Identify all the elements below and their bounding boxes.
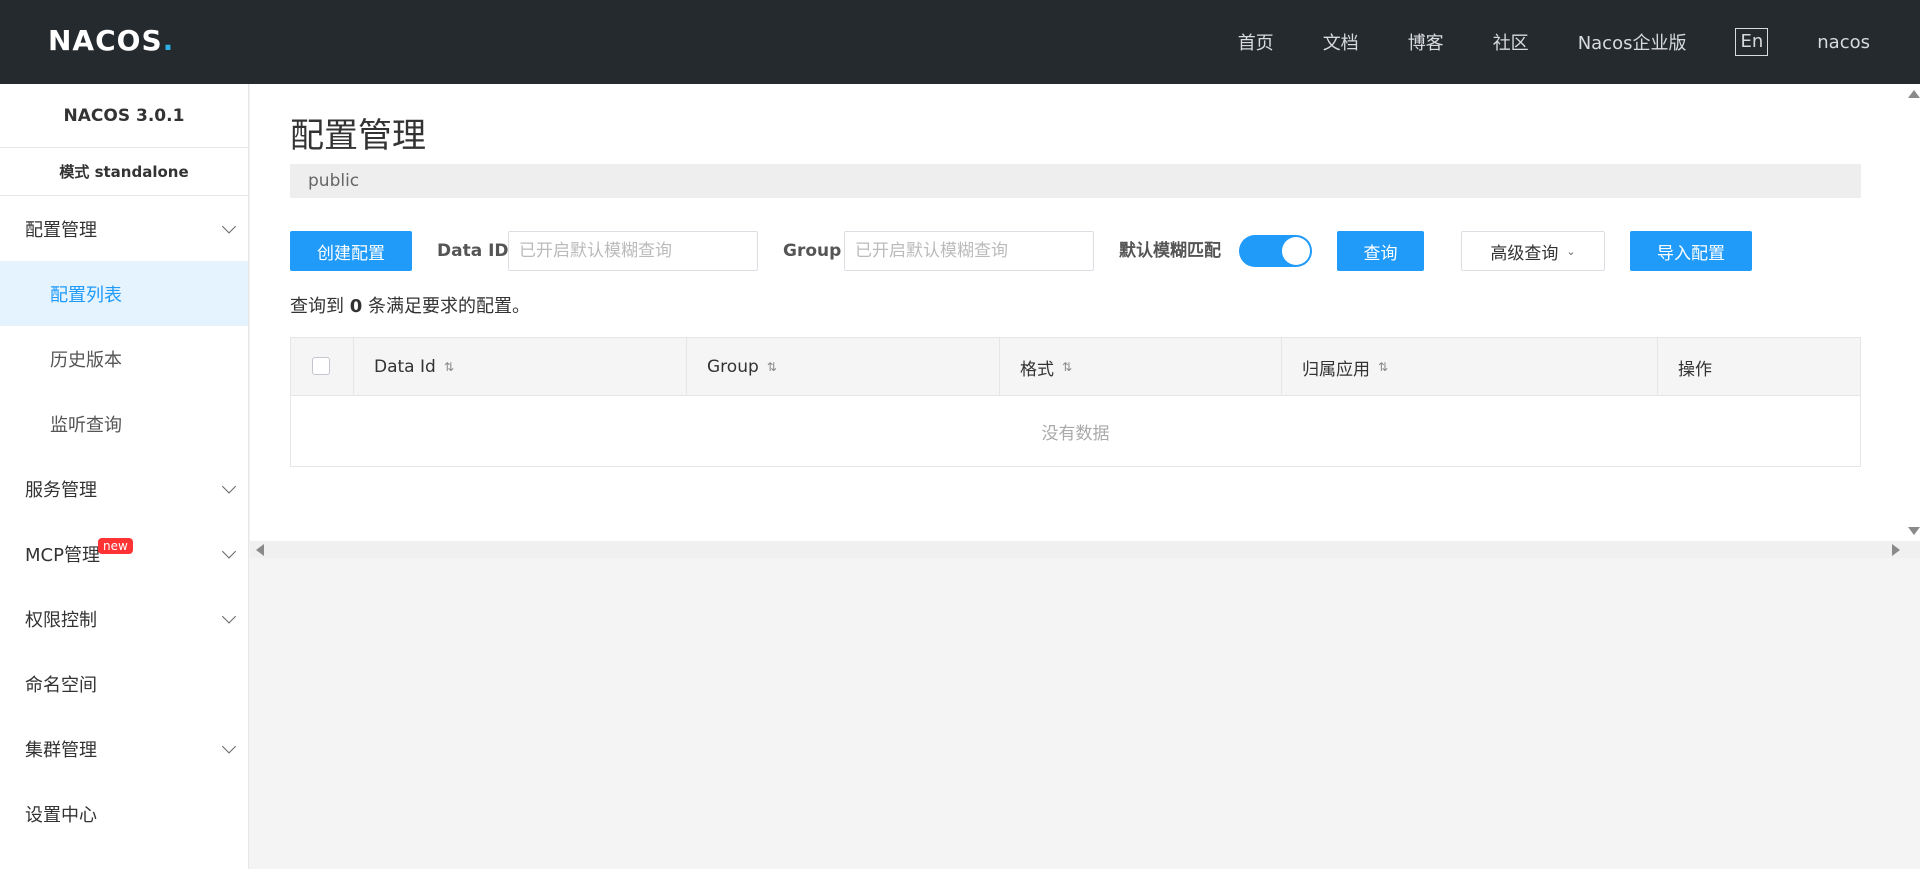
version-label: NACOS 3.0.1	[0, 84, 248, 148]
fuzzy-match-label: 默认模糊匹配	[1119, 241, 1221, 261]
import-config-button[interactable]: 导入配置	[1630, 231, 1752, 271]
fuzzy-match-toggle[interactable]	[1239, 235, 1312, 267]
sidebar-item-label: 服务管理	[25, 479, 97, 501]
column-header-group[interactable]: Group ⇅	[686, 338, 999, 396]
column-label: 操作	[1678, 359, 1712, 380]
sidebar-item-label: MCP管理	[25, 544, 100, 566]
column-label: Group	[707, 357, 759, 377]
user-menu[interactable]: nacos	[1817, 32, 1870, 53]
column-label: 格式	[1020, 359, 1054, 380]
result-suffix: 条满足要求的配置。	[368, 296, 530, 317]
chevron-down-icon	[221, 738, 237, 754]
sidebar-item-history-versions[interactable]: 历史版本	[0, 326, 248, 391]
new-badge: new	[98, 538, 133, 554]
select-all-checkbox[interactable]	[312, 357, 330, 375]
sidebar-item-label: 监听查询	[50, 414, 122, 436]
sort-icon[interactable]: ⇅	[767, 360, 777, 374]
result-count: 0	[349, 296, 363, 317]
column-label: Data Id	[374, 357, 436, 377]
sidebar-item-listener-query[interactable]: 监听查询	[0, 391, 248, 456]
sidebar-item-label: 集群管理	[25, 739, 97, 761]
group-label: Group	[783, 241, 842, 261]
namespace-label: public	[308, 171, 360, 191]
sidebar-item-label: 权限控制	[25, 609, 97, 631]
create-config-button[interactable]: 创建配置	[290, 231, 412, 271]
sidebar: NACOS 3.0.1 模式 standalone 配置管理 配置列表 历史版本…	[0, 84, 249, 869]
nav-docs[interactable]: 文档	[1323, 29, 1359, 55]
table-header: Data Id ⇅ Group ⇅ 格式 ⇅ 归属应用 ⇅ 操作	[291, 338, 1860, 396]
sidebar-item-config-list[interactable]: 配置列表	[0, 261, 248, 326]
sidebar-item-mcp-management[interactable]: MCP管理 new	[0, 521, 248, 586]
top-nav-links: 首页 文档 博客 社区 Nacos企业版 En nacos	[1238, 0, 1920, 84]
page-title: 配置管理	[290, 116, 426, 156]
sidebar-item-label: 配置列表	[50, 284, 122, 306]
nav-community[interactable]: 社区	[1493, 29, 1529, 55]
empty-state: 没有数据	[1041, 423, 1110, 444]
nacos-logo[interactable]: NACOS.	[48, 23, 175, 57]
mode-label: 模式 standalone	[0, 148, 248, 196]
chevron-down-icon: ⌄	[1566, 244, 1576, 258]
search-toolbar: 创建配置 Data ID 已开启默认模糊查询 Group 已开启默认模糊查询 默…	[290, 231, 1861, 271]
scroll-right-icon[interactable]	[1892, 544, 1900, 556]
top-navbar: NACOS. 首页 文档 博客 社区 Nacos企业版 En nacos	[0, 0, 1920, 84]
sidebar-item-namespace[interactable]: 命名空间	[0, 651, 248, 716]
logo-text: NACOS	[48, 23, 163, 57]
column-header-format[interactable]: 格式 ⇅	[999, 338, 1281, 396]
sidebar-item-config-management[interactable]: 配置管理	[0, 196, 248, 261]
chevron-down-icon	[221, 543, 237, 559]
chevron-down-icon	[221, 218, 237, 234]
sidebar-item-label: 历史版本	[50, 349, 122, 371]
chevron-down-icon	[221, 608, 237, 624]
group-input[interactable]: 已开启默认模糊查询	[844, 231, 1094, 271]
dataid-label: Data ID	[437, 241, 509, 261]
dataid-input[interactable]: 已开启默认模糊查询	[508, 231, 758, 271]
column-label: 归属应用	[1302, 359, 1370, 380]
toggle-knob	[1282, 237, 1310, 265]
sidebar-item-access-control[interactable]: 权限控制	[0, 586, 248, 651]
config-table: Data Id ⇅ Group ⇅ 格式 ⇅ 归属应用 ⇅ 操作 没有数据	[290, 337, 1861, 467]
sort-icon[interactable]: ⇅	[444, 360, 454, 374]
scroll-down-icon[interactable]	[1908, 527, 1920, 535]
nav-blog[interactable]: 博客	[1408, 29, 1444, 55]
namespace-bar[interactable]: public	[290, 164, 1861, 198]
sort-icon[interactable]: ⇅	[1062, 360, 1072, 374]
query-button[interactable]: 查询	[1337, 231, 1424, 271]
advanced-query-dropdown[interactable]: 高级查询 ⌄	[1461, 231, 1605, 271]
sidebar-item-label: 设置中心	[25, 804, 97, 826]
main-content: 配置管理 public 创建配置 Data ID 已开启默认模糊查询 Group…	[250, 84, 1905, 541]
nav-home[interactable]: 首页	[1238, 29, 1274, 55]
sidebar-item-label: 配置管理	[25, 219, 97, 241]
chevron-down-icon	[221, 478, 237, 494]
nav-enterprise[interactable]: Nacos企业版	[1578, 29, 1687, 55]
horizontal-scrollbar[interactable]	[250, 541, 1920, 558]
sidebar-item-label: 命名空间	[25, 674, 97, 696]
column-header-actions: 操作	[1657, 338, 1860, 396]
sidebar-item-service-management[interactable]: 服务管理	[0, 456, 248, 521]
sort-icon[interactable]: ⇅	[1378, 360, 1388, 374]
advanced-query-label: 高级查询	[1490, 243, 1559, 264]
sidebar-item-settings[interactable]: 设置中心	[0, 781, 248, 846]
scroll-left-icon[interactable]	[256, 544, 264, 556]
result-summary: 查询到 0 条满足要求的配置。	[290, 292, 530, 318]
result-prefix: 查询到	[290, 296, 344, 317]
logo-dot: .	[162, 23, 175, 57]
vertical-scrollbar[interactable]	[1905, 84, 1920, 541]
column-header-app[interactable]: 归属应用 ⇅	[1281, 338, 1657, 396]
sidebar-item-cluster-management[interactable]: 集群管理	[0, 716, 248, 781]
scroll-up-icon[interactable]	[1908, 90, 1920, 98]
language-toggle[interactable]: En	[1735, 28, 1769, 56]
column-header-dataid[interactable]: Data Id ⇅	[353, 338, 686, 396]
